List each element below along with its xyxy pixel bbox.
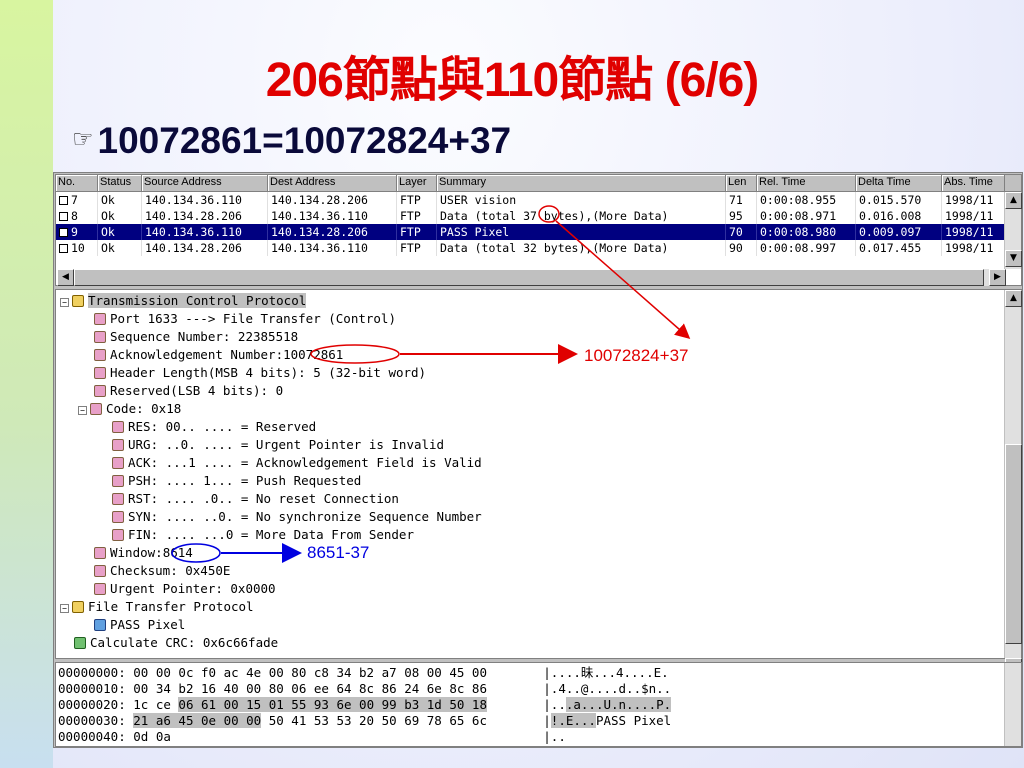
annotation-arrow-37 bbox=[555, 220, 691, 339]
annotation-ack-calc: 10072824+37 bbox=[584, 346, 689, 365]
annotation-window-calc: 8651-37 bbox=[307, 543, 370, 562]
annotation-overlay bbox=[171, 205, 691, 563]
annotation-circle-37 bbox=[538, 205, 560, 223]
annotation-circle-ack bbox=[310, 344, 400, 364]
annotation-circle-window bbox=[171, 543, 221, 563]
